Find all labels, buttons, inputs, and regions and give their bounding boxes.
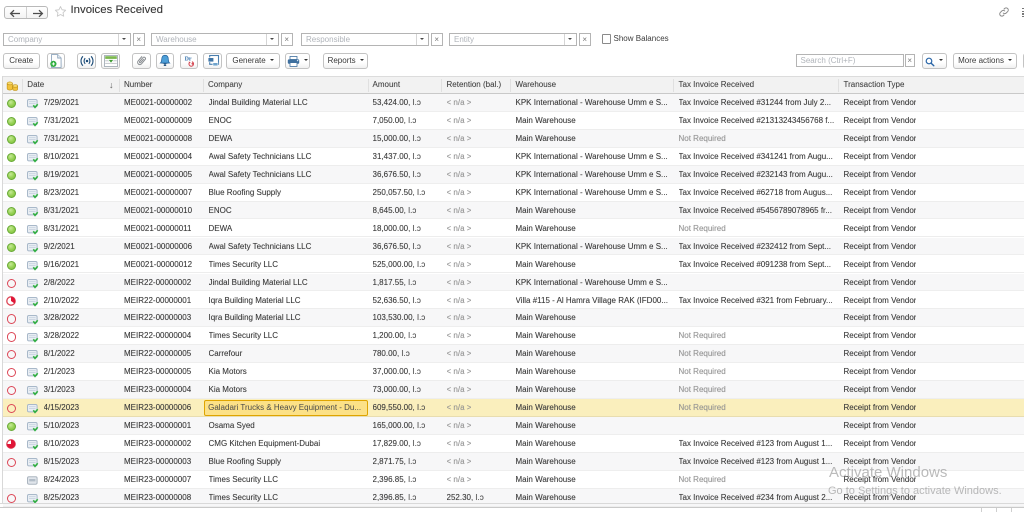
- svg-text:Dr: Dr: [185, 56, 192, 62]
